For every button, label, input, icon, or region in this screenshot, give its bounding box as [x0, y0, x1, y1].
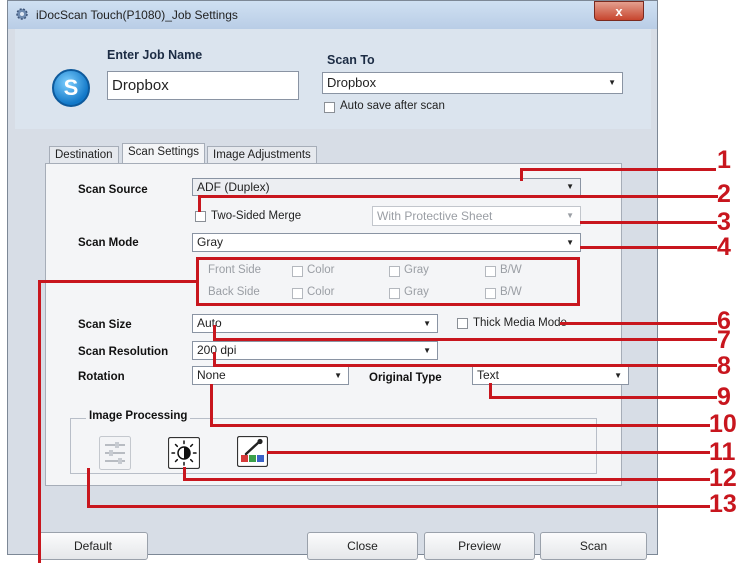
logo-icon: S [52, 69, 90, 107]
chevron-down-icon: ▼ [566, 211, 574, 220]
chevron-down-icon: ▼ [566, 182, 574, 191]
callout-line-7b [213, 338, 717, 341]
chevron-down-icon: ▼ [423, 346, 431, 355]
protective-sheet-value: With Protective Sheet [377, 209, 493, 223]
rotation-dropdown[interactable]: None ▼ [192, 366, 349, 385]
two-sided-merge-checkbox[interactable] [195, 211, 206, 222]
chevron-down-icon: ▼ [608, 78, 616, 87]
callout-line-9b [489, 396, 717, 399]
window-close-button[interactable]: x [594, 1, 644, 21]
scan-resolution-label: Scan Resolution [78, 346, 169, 358]
callout-box-5 [196, 257, 580, 306]
callout-9: 9 [717, 383, 731, 411]
callout-13: 13 [709, 490, 737, 518]
callout-line-13b [87, 505, 710, 508]
callout-line-10a [210, 384, 213, 426]
callout-line-3 [580, 221, 717, 224]
scan-size-dropdown[interactable]: Auto ▼ [192, 314, 438, 333]
callout-line-5b [38, 280, 41, 563]
scan-source-value: ADF (Duplex) [197, 180, 270, 194]
callout-12: 12 [709, 464, 737, 492]
scan-mode-value: Gray [197, 235, 224, 249]
two-sided-merge-label: Two-Sided Merge [211, 210, 302, 222]
callout-8: 8 [717, 352, 731, 380]
callout-line-13a [87, 468, 90, 507]
callout-line-2b [198, 195, 201, 212]
callout-line-6 [560, 322, 717, 325]
callout-line-10b [210, 424, 710, 427]
callout-line-8b [213, 364, 717, 367]
callout-7: 7 [717, 326, 731, 354]
brightness-icon[interactable] [168, 437, 200, 469]
callout-line-5a [38, 280, 198, 283]
window-title: iDocScan Touch(P1080)_Job Settings [36, 8, 238, 22]
job-name-input[interactable]: Dropbox [107, 71, 299, 100]
scan-to-value: Dropbox [327, 75, 377, 90]
close-button[interactable]: Close [307, 532, 418, 560]
callout-1: 1 [717, 146, 731, 174]
default-button[interactable]: Default [38, 532, 148, 560]
scan-resolution-value: 200 dpi [197, 343, 237, 357]
callout-line-12b [183, 478, 710, 481]
scan-button[interactable]: Scan [540, 532, 647, 560]
callout-line-1b [520, 168, 716, 171]
scan-size-label: Scan Size [78, 319, 132, 331]
callout-10: 10 [709, 410, 737, 438]
protective-sheet-dropdown[interactable]: With Protective Sheet ▼ [372, 206, 581, 226]
callout-11: 11 [709, 438, 736, 466]
scan-to-label: Scan To [327, 53, 375, 67]
gear-icon [16, 8, 28, 20]
chevron-down-icon: ▼ [334, 371, 342, 380]
callout-3: 3 [717, 208, 731, 236]
color-dropper-icon[interactable] [237, 436, 268, 467]
original-type-label: Original Type [369, 372, 442, 384]
job-name-label: Enter Job Name [107, 48, 203, 62]
auto-save-checkbox[interactable] [324, 102, 335, 113]
callout-line-7a [213, 325, 216, 339]
tab-destination[interactable]: Destination [49, 146, 119, 164]
callout-line-4 [580, 246, 717, 249]
callout-line-2a [198, 195, 718, 198]
job-name-value: Dropbox [112, 77, 169, 94]
callout-4: 4 [717, 233, 731, 261]
rotation-value: None [197, 368, 226, 382]
scan-mode-label: Scan Mode [78, 237, 139, 249]
original-type-dropdown[interactable]: Text ▼ [472, 366, 629, 385]
thick-media-label: Thick Media Mode [473, 317, 567, 329]
chevron-down-icon: ▼ [423, 319, 431, 328]
rotation-label: Rotation [78, 371, 125, 383]
scan-mode-dropdown[interactable]: Gray ▼ [192, 233, 581, 252]
original-type-value: Text [477, 368, 500, 382]
tab-scan-settings[interactable]: Scan Settings [122, 143, 205, 164]
callout-line-11 [267, 451, 710, 454]
chevron-down-icon: ▼ [566, 238, 574, 247]
scan-resolution-dropdown[interactable]: 200 dpi ▼ [192, 341, 438, 360]
callout-2: 2 [717, 180, 731, 208]
preview-button[interactable]: Preview [424, 532, 535, 560]
tab-image-adjustments[interactable]: Image Adjustments [207, 146, 317, 164]
scan-to-dropdown[interactable]: Dropbox ▼ [322, 72, 623, 94]
scan-source-label: Scan Source [78, 184, 148, 196]
chevron-down-icon: ▼ [614, 371, 622, 380]
image-processing-label: Image Processing [86, 410, 191, 422]
auto-save-label: Auto save after scan [340, 100, 445, 112]
thick-media-checkbox[interactable] [457, 318, 468, 329]
scan-size-value: Auto [197, 316, 222, 330]
sliders-icon[interactable] [99, 436, 131, 470]
